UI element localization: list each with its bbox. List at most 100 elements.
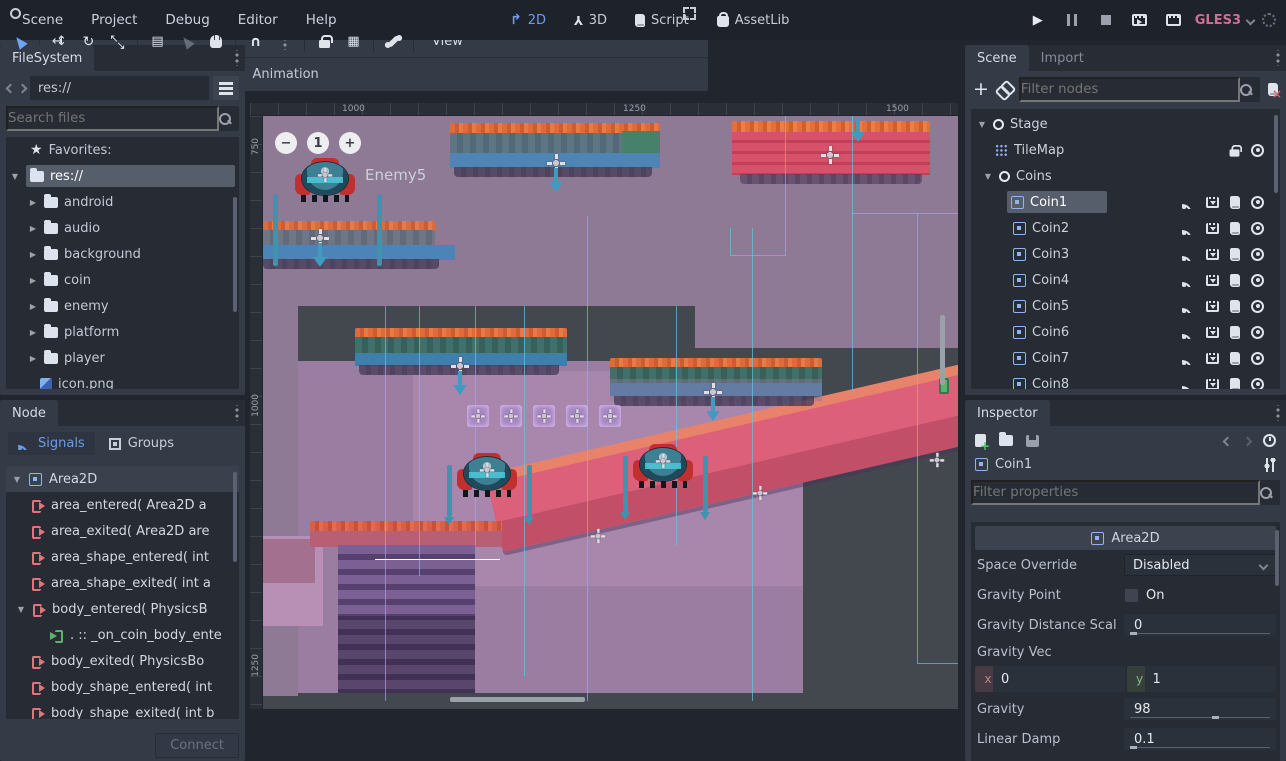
platform-3[interactable]: [263, 221, 458, 269]
play-scene-button[interactable]: [1127, 8, 1153, 32]
connect-button[interactable]: Connect: [155, 733, 239, 758]
groups-icon[interactable]: [1206, 223, 1219, 234]
lock-icon[interactable]: [1230, 149, 1240, 156]
zoom-reset-button[interactable]: 1: [307, 132, 329, 154]
collapse-arrow-icon[interactable]: ▼: [16, 605, 26, 614]
node-row-coin5[interactable]: Coin5: [971, 293, 1280, 319]
stop-button[interactable]: [1093, 8, 1119, 32]
visibility-eye-icon[interactable]: [1251, 300, 1264, 313]
visibility-eye-icon[interactable]: [1251, 274, 1264, 287]
node-row-coin2[interactable]: Coin2: [971, 215, 1280, 241]
tree-row-audio[interactable]: ▶audio: [6, 215, 239, 241]
script-icon[interactable]: [1230, 326, 1240, 339]
coin-sprite[interactable]: [467, 405, 489, 427]
scrollbar[interactable]: [1274, 115, 1278, 193]
viewport-hscroll[interactable]: [450, 697, 585, 702]
signal-row[interactable]: area_shape_exited( int a: [6, 570, 239, 596]
visibility-eye-icon[interactable]: [1251, 378, 1264, 390]
node-row-coin6[interactable]: Coin6: [971, 319, 1280, 345]
search-files-input[interactable]: [6, 106, 219, 131]
instance-scene-button[interactable]: [997, 83, 1011, 97]
node-row-coin1[interactable]: Coin1: [971, 189, 1280, 215]
signals-tab[interactable]: Signals: [8, 432, 95, 455]
filter-nodes-input[interactable]: [1019, 77, 1240, 102]
coin-sprite[interactable]: [533, 405, 555, 427]
expand-arrow-icon[interactable]: ▶: [28, 276, 38, 285]
new-resource-button[interactable]: [975, 434, 986, 447]
section-area2d[interactable]: Area2D: [975, 526, 1276, 550]
play-button[interactable]: ▶: [1025, 8, 1051, 32]
signal-row-body-entered[interactable]: ▼body_entered( PhysicsB: [6, 596, 239, 622]
pause-button[interactable]: [1059, 8, 1085, 32]
signals-icon[interactable]: [1182, 326, 1195, 339]
object-history-icon[interactable]: [1263, 434, 1276, 447]
gravity-point-checkbox[interactable]: [1124, 588, 1139, 603]
scrollbar[interactable]: [233, 197, 237, 312]
groups-icon[interactable]: [1206, 327, 1219, 338]
node-row-coin3[interactable]: Coin3: [971, 241, 1280, 267]
enemy5-sprite[interactable]: [295, 158, 355, 202]
groups-icon[interactable]: [1206, 197, 1219, 208]
inspector-tools-icon[interactable]: [1264, 458, 1276, 472]
tab-node[interactable]: Node: [0, 400, 58, 426]
clear-script-button[interactable]: [1268, 83, 1278, 96]
collapse-arrow-icon[interactable]: ▼: [977, 120, 987, 129]
dock-options-icon[interactable]: [235, 50, 239, 66]
signals-icon[interactable]: [1182, 352, 1195, 365]
linear-damp-field[interactable]: 0.1: [1124, 728, 1276, 750]
node-row-coins[interactable]: ▼ Coins: [971, 163, 1280, 189]
visibility-eye-icon[interactable]: [1251, 144, 1264, 157]
node-row-coin7[interactable]: Coin7: [971, 345, 1280, 371]
visibility-eye-icon[interactable]: [1251, 222, 1264, 235]
tree-row-icon-png[interactable]: icon.png: [6, 371, 239, 389]
favorites-row[interactable]: ★ Favorites:: [6, 137, 239, 163]
history-back-icon[interactable]: [1223, 437, 1231, 445]
history-forward-icon[interactable]: [1243, 437, 1251, 445]
signals-icon[interactable]: [1182, 274, 1195, 287]
dock-options-icon[interactable]: [1276, 405, 1280, 421]
zoom-in-button[interactable]: +: [339, 132, 361, 154]
scrollbar[interactable]: [1275, 530, 1279, 586]
add-node-button[interactable]: +: [973, 80, 989, 99]
menu-project[interactable]: Project: [79, 7, 149, 33]
dock-options-icon[interactable]: [235, 405, 239, 421]
slope-ledge-left[interactable]: [263, 539, 315, 583]
script-icon[interactable]: [1230, 196, 1240, 209]
groups-icon[interactable]: [1206, 275, 1219, 286]
tree-row-enemy[interactable]: ▶enemy: [6, 293, 239, 319]
expand-arrow-icon[interactable]: ▶: [28, 250, 38, 259]
workspace-assetlib[interactable]: AssetLib: [707, 8, 800, 33]
position-gizmo[interactable]: [753, 486, 767, 500]
tree-row-coin[interactable]: ▶coin: [6, 267, 239, 293]
node-row-coin8[interactable]: Coin8: [971, 371, 1280, 389]
workspace-3d[interactable]: Y3D: [564, 8, 617, 33]
signals-icon[interactable]: [1182, 378, 1195, 390]
script-icon[interactable]: [1230, 248, 1240, 261]
tree-row-android[interactable]: ▶android: [6, 189, 239, 215]
expand-arrow-icon[interactable]: ▶: [28, 302, 38, 311]
gravity-vec-x-field[interactable]: x 0: [975, 666, 1125, 692]
load-resource-button[interactable]: [999, 435, 1013, 446]
collapse-arrow-icon[interactable]: ▼: [12, 475, 22, 484]
signal-row[interactable]: area_entered( Area2D a: [6, 492, 239, 518]
signal-row[interactable]: area_exited( Area2D are: [6, 518, 239, 544]
groups-icon[interactable]: [1206, 379, 1219, 390]
script-icon[interactable]: [1230, 274, 1240, 287]
node-row-coin4[interactable]: Coin4: [971, 267, 1280, 293]
workspace-2d[interactable]: ↱2D: [500, 7, 556, 33]
coin-sprite[interactable]: [566, 405, 588, 427]
tab-animation[interactable]: Animation: [240, 61, 330, 88]
split-mode-button[interactable]: [213, 76, 239, 100]
position-gizmo[interactable]: [821, 146, 839, 164]
dock-options-icon[interactable]: [1276, 50, 1280, 66]
coin-sprite[interactable]: [500, 405, 522, 427]
visibility-eye-icon[interactable]: [1251, 326, 1264, 339]
collapse-arrow-icon[interactable]: ▼: [10, 172, 20, 181]
position-gizmo[interactable]: [591, 529, 605, 543]
script-icon[interactable]: [1230, 352, 1240, 365]
viewport-vscroll[interactable]: [940, 315, 945, 385]
zoom-out-button[interactable]: −: [275, 132, 297, 154]
signal-row[interactable]: body_exited( PhysicsBo: [6, 648, 239, 674]
signal-connection-row[interactable]: . :: _on_coin_body_ente: [6, 622, 239, 648]
tab-import[interactable]: Import: [1029, 45, 1096, 71]
